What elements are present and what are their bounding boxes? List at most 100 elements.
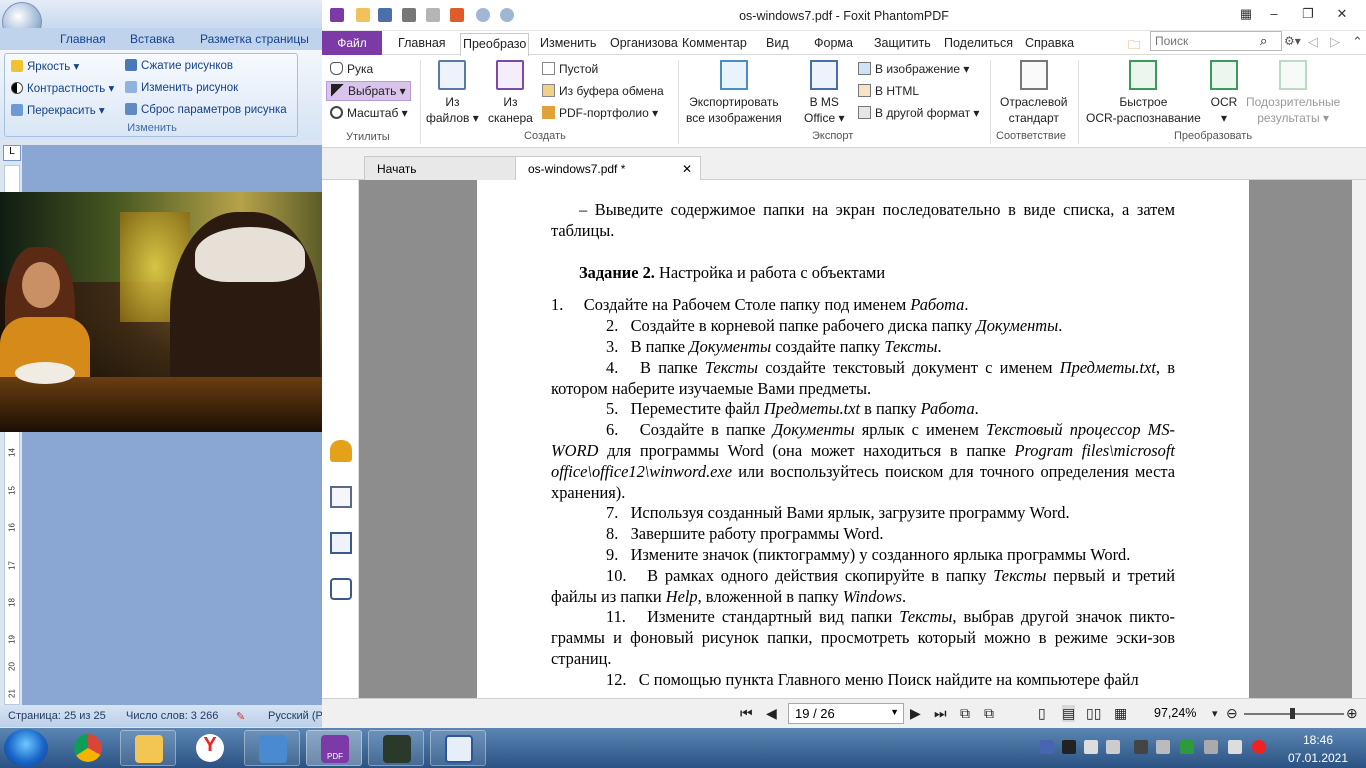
minimize-button[interactable]: – — [1264, 6, 1284, 21]
hand-tool-button[interactable]: Рука — [330, 62, 373, 76]
zoom-tool-button[interactable]: Масштаб ▾ — [330, 106, 408, 120]
tab-form[interactable]: Форма — [814, 36, 853, 50]
network-tray-icon[interactable] — [1106, 740, 1120, 754]
facing-pages-icon[interactable]: ▯▯ — [1086, 705, 1101, 722]
zoom-slider-thumb[interactable] — [1290, 708, 1295, 719]
signature-page-icon[interactable] — [330, 486, 352, 508]
start-button[interactable] — [4, 729, 48, 767]
word-tab-home[interactable]: Главная — [60, 32, 106, 46]
back-arrow-icon[interactable]: ◁ — [1308, 34, 1318, 50]
to-other-format-button[interactable]: В другой формат ▾ — [858, 106, 979, 120]
next-page-button[interactable]: ▶ — [910, 705, 921, 722]
first-page-button[interactable]: ⏮ — [740, 705, 753, 722]
taskbar-word[interactable] — [430, 730, 486, 766]
hardware-tray-icon[interactable] — [1134, 740, 1148, 754]
suspect-results-button[interactable]: Подозрительные результаты ▾ — [1246, 60, 1340, 126]
ribbon-options-icon[interactable]: ▦ — [1236, 6, 1256, 22]
maximize-button[interactable]: ❐ — [1298, 6, 1318, 22]
from-scanner-button[interactable]: Из сканера — [488, 60, 533, 126]
close-tab-icon[interactable]: ✕ — [682, 162, 692, 176]
tab-protect[interactable]: Защитить — [874, 36, 931, 50]
task-item-italic: Тексты — [704, 357, 758, 377]
word-tab-layout[interactable]: Разметка страницы — [200, 32, 309, 46]
tab-home[interactable]: Главная — [398, 36, 446, 50]
teams-tray-icon[interactable] — [1040, 740, 1054, 754]
ocr-button[interactable]: OCR ▾ — [1210, 60, 1238, 126]
continuous-facing-icon[interactable]: ▦ — [1114, 705, 1127, 722]
industry-standard-button[interactable]: Отраслевой стандарт — [1000, 60, 1067, 126]
next-view-icon[interactable]: ⧉ — [984, 705, 994, 722]
volume-tray-icon[interactable] — [1084, 740, 1098, 754]
tab-convert[interactable]: Преобразо — [460, 33, 530, 56]
spellcheck-icon[interactable]: ✎ — [236, 710, 245, 723]
zoom-dropdown-icon[interactable]: ▾ — [1212, 707, 1218, 720]
speaker-tray-icon[interactable] — [1156, 740, 1170, 754]
tab-comment[interactable]: Комментар — [682, 36, 747, 50]
phone-tray-icon[interactable] — [1062, 740, 1076, 754]
clock-time[interactable]: 18:46 — [1288, 733, 1348, 747]
page-viewport[interactable]: – Выведите содержимое папки на экран пос… — [359, 180, 1366, 698]
continuous-page-icon[interactable]: ▤ — [1062, 705, 1076, 722]
zoom-in-button[interactable]: ⊕ — [1346, 705, 1358, 722]
search-folder-icon[interactable]: 🗀 — [1128, 36, 1141, 57]
tab-organize[interactable]: Организова — [610, 36, 678, 50]
usb-tray-icon[interactable] — [1204, 740, 1218, 754]
blank-button[interactable]: Пустой — [542, 62, 598, 76]
tab-document[interactable]: os-windows7.pdf * ✕ — [515, 156, 701, 180]
zoom-level[interactable]: 97,24% — [1154, 706, 1196, 720]
from-files-button[interactable]: Из файлов ▾ — [426, 60, 479, 126]
tab-file[interactable]: Файл — [322, 31, 382, 55]
word-tab-insert[interactable]: Вставка — [130, 32, 175, 46]
recolor-button[interactable]: Перекрасить ▾ — [11, 103, 105, 117]
tab-help[interactable]: Справка — [1025, 36, 1074, 50]
change-picture-button[interactable]: Изменить рисунок — [125, 81, 238, 94]
contrast-button[interactable]: Контрастность ▾ — [11, 81, 114, 95]
yandex-tray-icon[interactable] — [1252, 740, 1266, 754]
last-page-button[interactable]: ⏭ — [934, 705, 947, 722]
task-item-text: . — [974, 399, 979, 419]
select-tool-button[interactable]: Выбрать ▾ — [326, 81, 411, 101]
previous-view-icon[interactable]: ⧉ — [960, 705, 970, 722]
export-all-images-button[interactable]: Экспортировать все изображения — [686, 60, 782, 126]
convert-ribbon: Рука Выбрать ▾ Масштаб ▾ Утилиты Из файло… — [322, 56, 1366, 148]
to-ms-office-button[interactable]: В MS Office ▾ — [804, 60, 844, 126]
video-player-frame[interactable] — [0, 192, 361, 432]
pdf-portfolio-button[interactable]: PDF-портфолио ▾ — [542, 106, 658, 120]
page-number-input[interactable]: 19 / 26 ▼ — [788, 703, 904, 724]
taskbar-explorer[interactable] — [120, 730, 176, 766]
word-count[interactable]: Число слов: 3 266 — [126, 710, 218, 722]
taskbar-yandex[interactable]: Y — [182, 730, 238, 766]
security-lock-icon[interactable] — [330, 440, 352, 462]
security-tray-icon[interactable] — [1180, 740, 1194, 754]
search-icon[interactable]: ⌕ — [1260, 33, 1267, 49]
single-page-icon[interactable]: ▯ — [1038, 705, 1046, 722]
signal-tray-icon[interactable] — [1228, 740, 1242, 754]
zoom-out-button[interactable]: ⊖ — [1226, 705, 1238, 722]
compress-pictures-button[interactable]: Сжатие рисунков — [125, 59, 233, 72]
taskbar-chrome[interactable] — [60, 730, 116, 766]
tab-share[interactable]: Поделиться — [944, 36, 1013, 50]
language[interactable]: Русский (Р — [268, 710, 323, 722]
settings-gear-icon[interactable]: ⚙▾ — [1284, 34, 1301, 48]
previous-page-button[interactable]: ◀ — [766, 705, 777, 722]
brightness-button[interactable]: Яркость ▾ — [11, 59, 79, 73]
content-panel-icon[interactable] — [330, 532, 352, 554]
taskbar-foxit[interactable]: PDF — [306, 730, 362, 766]
collapse-ribbon-icon[interactable]: ⌃ — [1352, 34, 1363, 50]
to-image-button[interactable]: В изображение ▾ — [858, 62, 969, 76]
quick-ocr-button[interactable]: Быстрое OCR-распознавание — [1086, 60, 1201, 126]
tab-view[interactable]: Вид — [766, 36, 789, 50]
ruler-tab-selector[interactable]: L — [3, 145, 21, 161]
tools-panel-icon[interactable] — [330, 578, 352, 600]
reset-picture-button[interactable]: Сброс параметров рисунка — [125, 103, 287, 116]
from-clipboard-button[interactable]: Из буфера обмена — [542, 84, 664, 98]
tab-edit[interactable]: Изменить — [540, 36, 596, 50]
close-button[interactable]: ✕ — [1332, 6, 1352, 22]
tab-start[interactable]: Начать — [364, 156, 518, 180]
clock-date[interactable]: 07.01.2021 — [1282, 751, 1354, 765]
vertical-scrollbar[interactable] — [1352, 180, 1366, 698]
taskbar-screen-recorder[interactable] — [368, 730, 424, 766]
forward-arrow-icon[interactable]: ▷ — [1330, 34, 1340, 50]
taskbar-control-panel[interactable] — [244, 730, 300, 766]
to-html-button[interactable]: В HTML — [858, 84, 919, 98]
